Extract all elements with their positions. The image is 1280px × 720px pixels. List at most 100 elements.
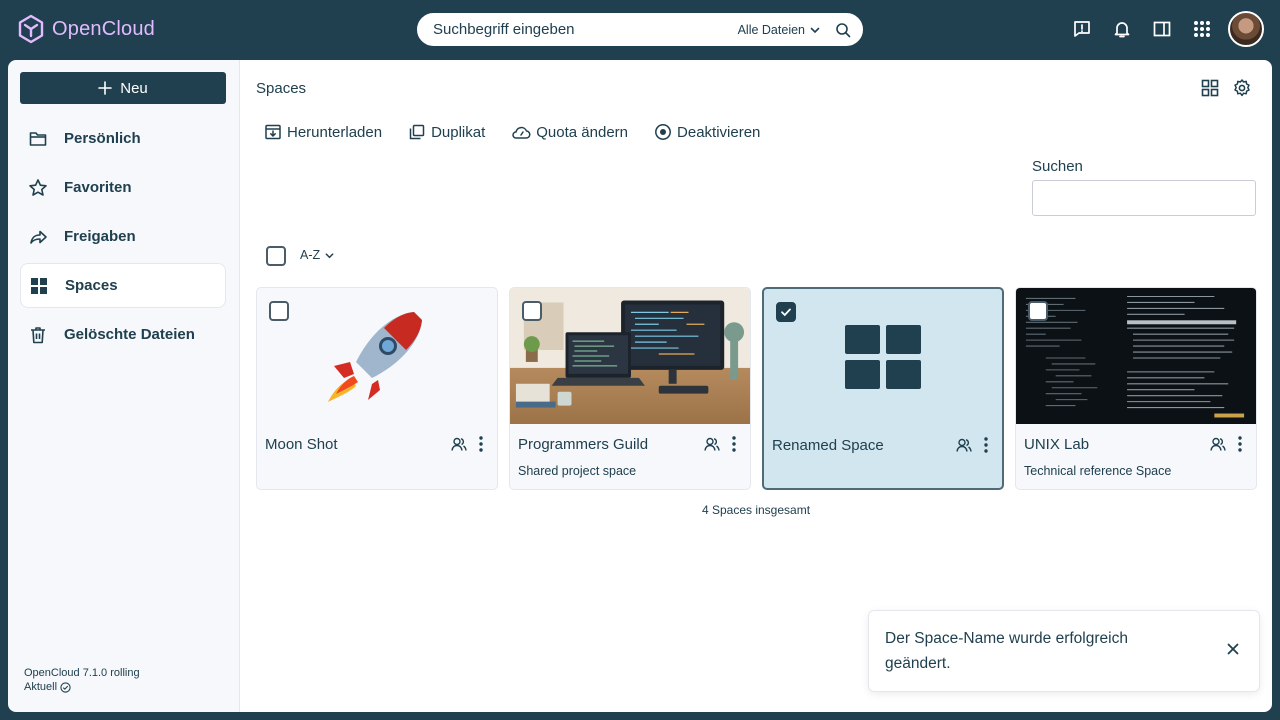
space-card-checkbox[interactable] [1028,301,1048,321]
space-image [1016,288,1256,424]
plus-icon [98,81,113,95]
space-card-title: Renamed Space [772,437,884,454]
sort-dropdown[interactable]: A-Z [300,248,335,262]
space-card-checkbox[interactable] [776,302,796,322]
space-card-programmers-guild[interactable]: Programmers Guild Shared project space [509,287,751,490]
sidebar-item-shares[interactable]: Freigaben [20,214,226,259]
search-icon[interactable] [835,22,851,38]
more-vertical-icon [1238,436,1242,452]
folder-icon [29,131,47,146]
settings-button[interactable] [1232,78,1252,98]
download-button[interactable]: Herunterladen [264,123,382,141]
sidebar-toggle-button[interactable] [1142,9,1182,49]
more-options-button[interactable] [1238,436,1242,452]
new-button-label: Neu [120,79,148,97]
space-card-renamed-space[interactable]: Renamed Space [762,287,1004,490]
sidebar-item-personal[interactable]: Persönlich [20,116,226,161]
spaces-total-count: 4 Spaces insgesamt [701,503,811,517]
space-image [257,288,497,424]
sidebar-item-label: Persönlich [64,130,141,147]
spaces-grid-icon [845,325,921,389]
more-vertical-icon [732,436,736,452]
space-card-actions [956,437,988,453]
user-avatar[interactable] [1228,11,1264,47]
more-options-button[interactable] [732,436,736,452]
tile-view-button[interactable] [1200,78,1220,98]
cloud-icon [512,126,531,139]
space-card-actions [704,436,736,452]
sidebar-item-favorites[interactable]: Favoriten [20,165,226,210]
check-circle-icon [60,681,71,693]
view-options [1200,78,1252,98]
space-card-checkbox[interactable] [269,301,289,321]
sidebar: Neu Persönlich Favoriten Freigaben Space… [8,60,239,712]
space-card-actions [451,436,483,452]
toast-close-button[interactable] [1227,643,1239,655]
sidebar-item-label: Freigaben [64,228,136,245]
spaces-grid-icon [31,277,47,294]
version-info: OpenCloud 7.1.0 rolling Aktuell [24,666,140,694]
terminal-photo-icon [1016,288,1256,424]
spaces-grid: Moon Shot Programmers Guild Shared proje… [256,287,1257,490]
gear-icon [1234,79,1250,97]
sidebar-item-label: Spaces [65,277,118,294]
change-quota-label: Quota ändern [536,123,629,141]
change-quota-button[interactable]: Quota ändern [511,123,628,141]
members-button[interactable] [451,436,467,452]
app-logo[interactable]: OpenCloud [18,14,155,44]
space-card-unix-lab[interactable]: UNIX Lab Technical reference Space [1015,287,1257,490]
more-options-button[interactable] [479,436,483,452]
search-input[interactable] [433,21,738,38]
chevron-down-icon [325,252,334,258]
side-panel-icon [1153,21,1171,37]
space-card-actions [1210,436,1242,452]
space-card-title: UNIX Lab [1024,436,1090,453]
space-card-checkbox[interactable] [522,301,542,321]
space-card-description: Shared project space [518,464,637,478]
deactivate-button[interactable]: Deaktivieren [654,123,760,141]
chevron-down-icon [810,27,820,33]
filter-input[interactable] [1032,180,1256,216]
duplicate-button[interactable]: Duplikat [408,123,485,141]
more-vertical-icon [984,437,988,453]
notifications-button[interactable] [1102,9,1142,49]
space-card-title: Moon Shot [265,436,338,453]
search-scope-dropdown[interactable]: Alle Dateien [738,23,821,37]
app-name: OpenCloud [52,17,155,40]
sidebar-item-label: Favoriten [64,179,132,196]
deactivate-label: Deaktivieren [677,123,761,141]
members-button[interactable] [956,437,972,453]
members-icon [1210,437,1226,451]
space-image [510,288,750,424]
toast-message: Der Space-Name wurde erfolgreich geänder… [885,630,1128,672]
new-button[interactable]: Neu [20,72,226,104]
download-icon [265,124,281,140]
feedback-icon [1074,21,1090,37]
space-card-moon-shot[interactable]: Moon Shot [256,287,498,490]
space-image [764,289,1002,425]
feedback-button[interactable] [1062,9,1102,49]
members-button[interactable] [1210,436,1226,452]
success-toast: Der Space-Name wurde erfolgreich geänder… [868,610,1260,692]
top-bar: OpenCloud Alle Dateien [0,0,1280,60]
more-vertical-icon [479,436,483,452]
stop-circle-icon [655,124,671,140]
version-text: OpenCloud 7.1.0 rolling [24,667,140,679]
star-icon [29,178,47,196]
sidebar-item-trash[interactable]: Gelöschte Dateien [20,312,226,357]
close-icon [1227,643,1239,655]
apps-grid-icon [1194,21,1210,37]
download-label: Herunterladen [287,123,383,141]
members-button[interactable] [704,436,720,452]
trash-icon [31,326,45,343]
app-switcher-button[interactable] [1182,9,1222,49]
batch-actions: Herunterladen Duplikat Quota ändern Deak… [264,123,760,141]
select-all-checkbox[interactable] [266,246,286,266]
checkmark-icon [781,308,791,317]
bell-icon [1114,22,1130,38]
space-card-description: Technical reference Space [1024,464,1172,478]
sidebar-item-spaces[interactable]: Spaces [20,263,226,308]
more-options-button[interactable] [984,437,988,453]
sort-label: A-Z [300,248,321,262]
members-icon [704,437,720,451]
